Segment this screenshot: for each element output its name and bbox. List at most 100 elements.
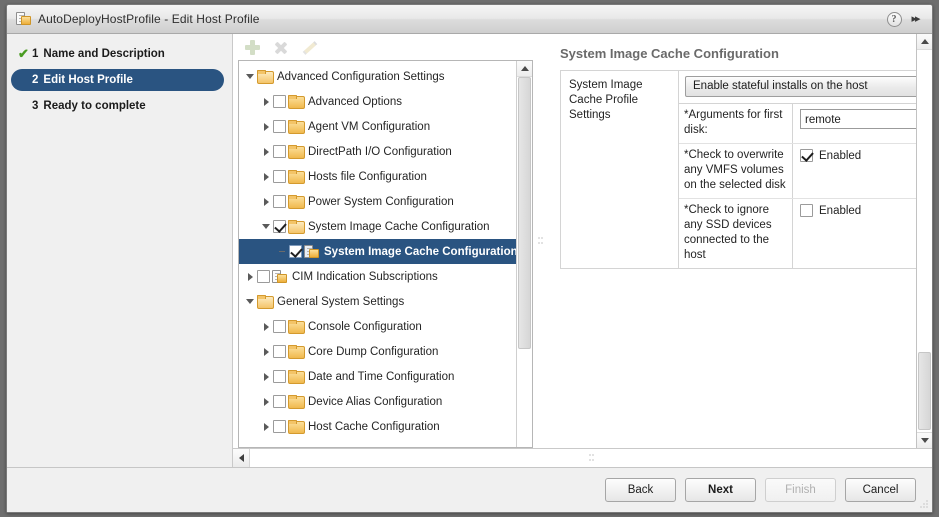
tree-node[interactable]: System Image Cache Configuration (239, 239, 516, 264)
tree-node[interactable]: System Image Cache Configuration (239, 214, 516, 239)
settings-scroll-down-button[interactable] (917, 432, 932, 448)
chevron-down-icon[interactable] (243, 299, 257, 304)
tree-node[interactable]: Host Cache Configuration (239, 414, 516, 439)
dialog-title: AutoDeployHostProfile - Edit Host Profil… (38, 12, 260, 26)
tree-node[interactable]: General System Settings (239, 289, 516, 314)
sidebar-step-edit-host-profile[interactable]: 2 Edit Host Profile (11, 69, 224, 91)
tree-vertical-scrollbar[interactable] (516, 61, 532, 447)
chevron-right-icon[interactable] (259, 422, 273, 431)
tree-node[interactable]: CIM Indication Subscriptions (239, 264, 516, 289)
folder-icon (288, 95, 305, 109)
tree-node-label: Agent VM Configuration (308, 120, 431, 133)
settings-vertical-scrollbar[interactable] (916, 34, 932, 448)
folder-icon (288, 420, 305, 434)
splitter-grip-icon (537, 237, 543, 245)
chevron-right-icon[interactable] (259, 397, 273, 406)
tree-node-checkbox[interactable] (273, 420, 286, 433)
settings-group-label: System Image Cache Profile Settings (561, 71, 679, 268)
cancel-button[interactable]: Cancel (845, 478, 916, 502)
sidebar-step-ready-to-complete[interactable]: 3 Ready to complete (11, 95, 224, 117)
chevron-down-icon[interactable] (243, 74, 257, 79)
chevron-right-icon[interactable] (259, 197, 273, 206)
back-button[interactable]: Back (605, 478, 676, 502)
policy-dropdown[interactable]: Enable stateful installs on the host (685, 76, 916, 97)
delete-icon[interactable] (273, 40, 288, 55)
tree-node-label: Host Cache Configuration (308, 420, 440, 433)
step-number: 1 (32, 48, 39, 60)
tree-node-label: Core Dump Configuration (308, 345, 439, 358)
tree-node-checkbox[interactable] (289, 245, 302, 258)
chevron-right-icon[interactable] (259, 97, 273, 106)
first-disk-arguments-input[interactable] (800, 109, 916, 129)
chevron-right-icon[interactable] (243, 272, 257, 281)
chevron-down-icon[interactable] (259, 224, 273, 229)
table-row: *Arguments for first disk: (679, 104, 916, 144)
tree-node-checkbox[interactable] (273, 195, 286, 208)
chevron-right-icon[interactable] (259, 322, 273, 331)
checkbox-icon[interactable] (800, 149, 813, 162)
chevron-right-icon[interactable] (259, 372, 273, 381)
overwrite-vmfs-checkbox[interactable]: Enabled (800, 149, 861, 162)
policy-dropdown-value[interactable]: Enable stateful installs on the host (685, 76, 916, 97)
option-label: *Check to overwrite any VMFS volumes on … (679, 144, 793, 198)
help-button[interactable]: ? (886, 11, 902, 27)
ignore-ssd-checkbox[interactable]: Enabled (800, 204, 861, 217)
tree-node[interactable]: Hosts file Configuration (239, 164, 516, 189)
next-button[interactable]: Next (685, 478, 756, 502)
tree-node[interactable]: Core Dump Configuration (239, 339, 516, 364)
settings-scroll-up-button[interactable] (917, 34, 932, 50)
tree-node-checkbox[interactable] (273, 120, 286, 133)
tree-node-label: General System Settings (277, 295, 405, 308)
tree-node-checkbox[interactable] (273, 345, 286, 358)
tree-node[interactable]: Date and Time Configuration (239, 364, 516, 389)
chevron-right-icon[interactable] (259, 122, 273, 131)
expand-button[interactable]: ▸▸ (907, 11, 923, 27)
tree-scroll-thumb[interactable] (518, 77, 531, 349)
profile-tree-scrollarea: Advanced Configuration Settings Advanced … (239, 61, 516, 447)
chevron-right-icon[interactable] (259, 347, 273, 356)
tree-node-checkbox[interactable] (273, 95, 286, 108)
step-label: Ready to complete (43, 100, 146, 112)
tree-scroll-track[interactable] (517, 77, 532, 447)
tree-node[interactable]: Advanced Configuration Settings (239, 64, 516, 89)
profile-editor-content: Advanced Configuration Settings Advanced … (233, 34, 932, 467)
tree-node-checkbox[interactable] (273, 320, 286, 333)
tree-node-checkbox[interactable] (273, 395, 286, 408)
folder-icon (288, 120, 305, 134)
tree-node-checkbox[interactable] (257, 270, 270, 283)
tree-node[interactable]: Advanced Options (239, 89, 516, 114)
scroll-left-button[interactable] (233, 449, 250, 467)
tree-node-label: System Image Cache Configuration (308, 220, 490, 233)
chevron-right-icon[interactable] (259, 147, 273, 156)
tree-node-checkbox[interactable] (273, 220, 286, 233)
tree-node[interactable]: Device Alias Configuration (239, 389, 516, 414)
checkbox-icon[interactable] (800, 204, 813, 217)
settings-scroll-track[interactable] (917, 50, 932, 432)
add-icon[interactable] (245, 39, 260, 55)
pane-splitter[interactable] (533, 34, 547, 448)
checkbox-label: Enabled (819, 149, 862, 162)
settings-scroll-thumb[interactable] (918, 352, 931, 430)
edit-icon[interactable] (301, 40, 316, 55)
tree-node-checkbox[interactable] (273, 145, 286, 158)
resize-grip-icon[interactable] (920, 500, 929, 509)
step-number: 2 (32, 74, 39, 86)
tree-node-label: Hosts file Configuration (308, 170, 427, 183)
tree-node-checkbox[interactable] (273, 370, 286, 383)
tree-node[interactable]: Power System Configuration (239, 189, 516, 214)
profile-tree-pane: Advanced Configuration Settings Advanced … (233, 34, 533, 448)
section-title: System Image Cache Configuration (560, 46, 779, 61)
chevron-right-icon[interactable] (259, 172, 273, 181)
tree-node-checkbox[interactable] (273, 170, 286, 183)
horizontal-scroll-track[interactable] (250, 449, 932, 467)
tree-node-label: Power System Configuration (308, 195, 454, 208)
tree-node[interactable]: Console Configuration (239, 314, 516, 339)
tree-node[interactable]: DirectPath I/O Configuration (239, 139, 516, 164)
folder-icon (288, 395, 305, 409)
tree-node[interactable]: Agent VM Configuration (239, 114, 516, 139)
tree-toolbar (233, 34, 533, 60)
horizontal-scrollbar[interactable] (233, 448, 932, 467)
checkbox-label: Enabled (819, 204, 862, 217)
sidebar-step-name-and-description[interactable]: ✔ 1 Name and Description (11, 43, 224, 65)
tree-scroll-up-button[interactable] (517, 61, 532, 77)
